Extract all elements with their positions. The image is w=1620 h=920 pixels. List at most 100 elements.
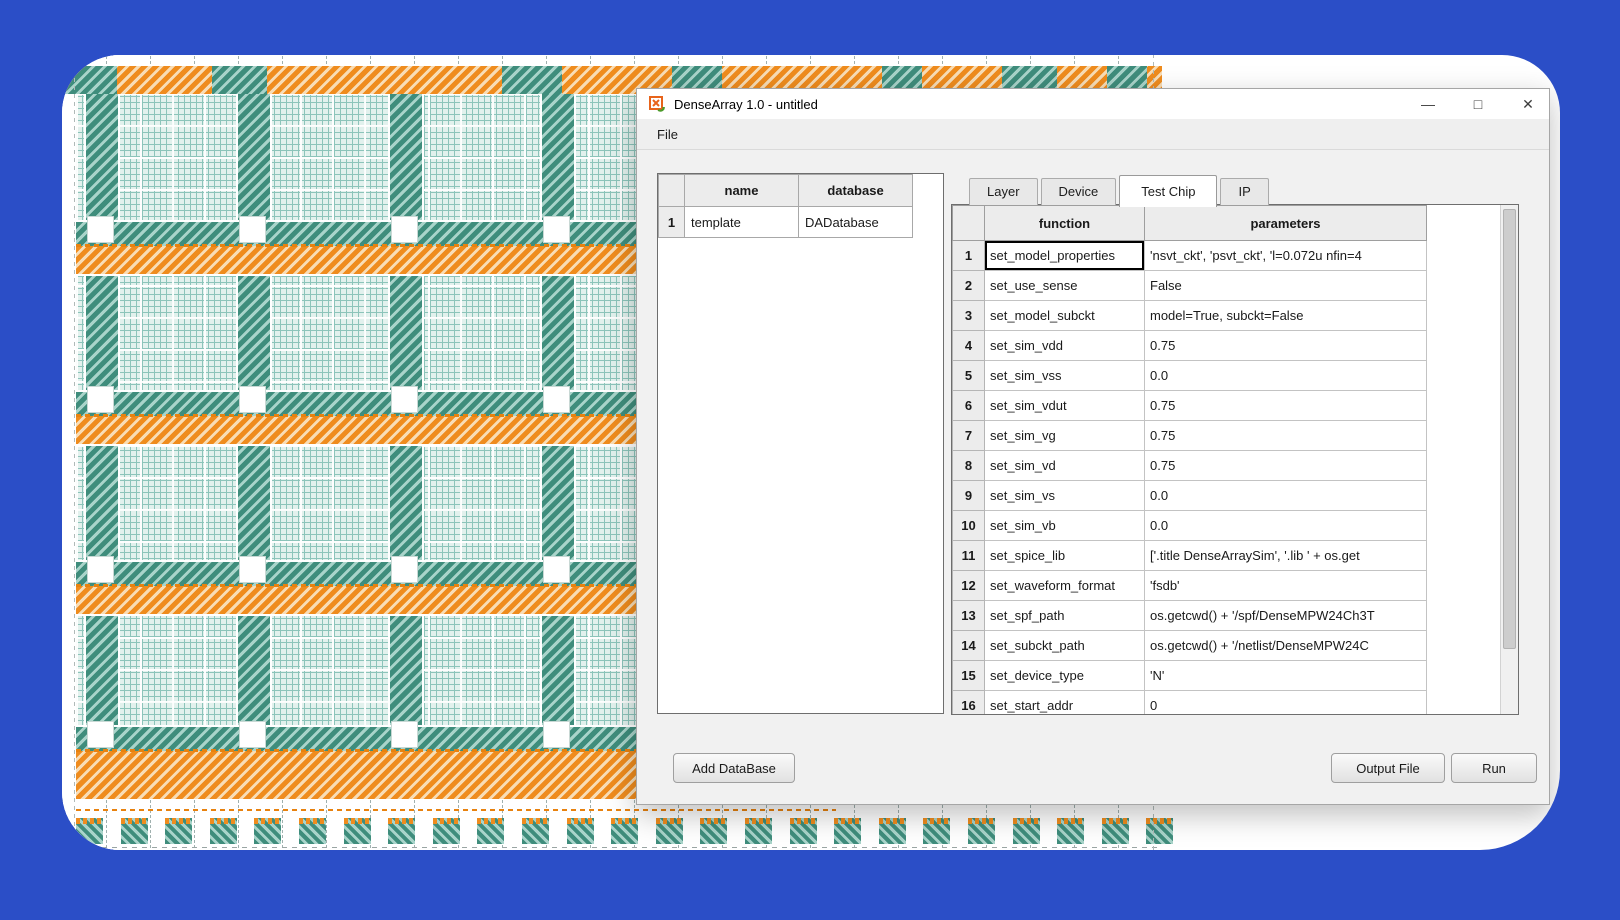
function-cell[interactable]: set_spice_lib [985, 541, 1145, 571]
function-cell[interactable]: set_model_properties [985, 241, 1145, 271]
layout-power-rail [388, 94, 424, 799]
minimize-icon[interactable]: — [1421, 89, 1435, 119]
tab[interactable]: Device [1041, 178, 1117, 205]
row-number: 15 [953, 661, 985, 691]
function-cell[interactable]: set_use_sense [985, 271, 1145, 301]
function-cell[interactable]: set_subckt_path [985, 631, 1145, 661]
function-cell[interactable]: set_waveform_format [985, 571, 1145, 601]
parameters-cell[interactable]: 0.75 [1145, 331, 1427, 361]
function-table-row: 1 set_model_properties 'nsvt_ckt', 'psvt… [953, 241, 1484, 271]
row-number: 3 [953, 301, 985, 331]
parameters-cell[interactable]: 0.75 [1145, 451, 1427, 481]
row-number: 12 [953, 571, 985, 601]
add-database-button[interactable]: Add DataBase [673, 753, 795, 783]
layout-io-pad [834, 818, 861, 844]
layout-io-pad [165, 818, 192, 844]
menu-bar: File [637, 119, 1549, 150]
parameters-cell[interactable]: 0.0 [1145, 511, 1427, 541]
layout-top-band-block [212, 66, 267, 94]
layout-tap-cell [391, 216, 418, 243]
function-cell[interactable]: set_start_addr [985, 691, 1145, 716]
function-table-frame: function parameters 1 set_model_properti… [951, 204, 1519, 715]
function-cell[interactable]: set_sim_vg [985, 421, 1145, 451]
parameters-cell[interactable]: 'nsvt_ckt', 'psvt_ckt', 'l=0.072u nfin=4 [1145, 241, 1427, 271]
parameters-cell[interactable]: 0.75 [1145, 421, 1427, 451]
row-number: 6 [953, 391, 985, 421]
layout-io-pad [76, 818, 103, 844]
filler-cell [1427, 301, 1484, 331]
function-table-row: 12 set_waveform_format 'fsdb' [953, 571, 1484, 601]
window-title: DenseArray 1.0 - untitled [674, 97, 818, 112]
parameters-cell[interactable]: 0.0 [1145, 481, 1427, 511]
parameters-cell[interactable]: 'N' [1145, 661, 1427, 691]
parameters-cell[interactable]: model=True, subckt=False [1145, 301, 1427, 331]
parameters-cell[interactable]: 0.0 [1145, 361, 1427, 391]
row-number: 14 [953, 631, 985, 661]
layout-io-pad [522, 818, 549, 844]
layout-io-pad [656, 818, 683, 844]
close-icon[interactable]: ✕ [1521, 89, 1535, 119]
database-cell[interactable]: DADatabase [799, 207, 913, 238]
function-cell[interactable]: set_sim_vdut [985, 391, 1145, 421]
layout-io-pad [1146, 818, 1173, 844]
function-cell[interactable]: set_sim_vb [985, 511, 1145, 541]
column-header-database: database [799, 175, 913, 207]
tab[interactable]: IP [1220, 178, 1268, 205]
function-table-row: 9 set_sim_vs 0.0 [953, 481, 1484, 511]
function-table-row: 10 set_sim_vb 0.0 [953, 511, 1484, 541]
parameters-cell[interactable]: 'fsdb' [1145, 571, 1427, 601]
densearray-window: DenseArray 1.0 - untitled — □ ✕ File nam… [636, 88, 1550, 805]
row-number: 16 [953, 691, 985, 716]
function-cell[interactable]: set_device_type [985, 661, 1145, 691]
parameters-cell[interactable]: 0.75 [1145, 391, 1427, 421]
function-table-row: 3 set_model_subckt model=True, subckt=Fa… [953, 301, 1484, 331]
function-table-body: 1 set_model_properties 'nsvt_ckt', 'psvt… [953, 241, 1484, 716]
layout-io-pad [344, 818, 371, 844]
output-file-button[interactable]: Output File [1331, 753, 1445, 783]
layout-tap-cell [87, 556, 114, 583]
function-cell[interactable]: set_spf_path [985, 601, 1145, 631]
function-cell[interactable]: set_sim_vs [985, 481, 1145, 511]
layout-power-rail [236, 94, 272, 799]
function-cell[interactable]: set_sim_vss [985, 361, 1145, 391]
function-cell[interactable]: set_sim_vd [985, 451, 1145, 481]
filler-cell [1427, 331, 1484, 361]
parameters-cell[interactable]: os.getcwd() + '/netlist/DenseMPW24C [1145, 631, 1427, 661]
row-number: 10 [953, 511, 985, 541]
layout-io-pad [1013, 818, 1040, 844]
layout-io-pad [745, 818, 772, 844]
corner-cell [659, 175, 685, 207]
column-header-parameters: parameters [1145, 206, 1427, 241]
function-table-row: 13 set_spf_path os.getcwd() + '/spf/Dens… [953, 601, 1484, 631]
window-titlebar: DenseArray 1.0 - untitled — □ ✕ [637, 89, 1549, 119]
scrollbar-thumb[interactable] [1503, 209, 1516, 649]
parameters-cell[interactable]: os.getcwd() + '/spf/DenseMPW24Ch3T [1145, 601, 1427, 631]
row-number: 11 [953, 541, 985, 571]
tab[interactable]: Test Chip [1119, 175, 1217, 207]
maximize-icon[interactable]: □ [1471, 89, 1485, 119]
row-number: 1 [953, 241, 985, 271]
filler-cell [1427, 421, 1484, 451]
layout-io-pad [299, 818, 326, 844]
function-cell[interactable]: set_model_subckt [985, 301, 1145, 331]
parameters-cell[interactable]: ['.title DenseArraySim', '.lib ' + os.ge… [1145, 541, 1427, 571]
row-number: 9 [953, 481, 985, 511]
layout-io-pad [1102, 818, 1129, 844]
name-cell[interactable]: template [685, 207, 799, 238]
menu-file[interactable]: File [651, 124, 684, 145]
database-row: 1 template DADatabase [659, 207, 913, 238]
layout-io-pad [923, 818, 950, 844]
function-table-row: 7 set_sim_vg 0.75 [953, 421, 1484, 451]
parameters-cell[interactable]: 0 [1145, 691, 1427, 716]
vertical-scrollbar[interactable] [1500, 205, 1518, 714]
layout-io-pad [433, 818, 460, 844]
filler-cell [1427, 541, 1484, 571]
row-number: 8 [953, 451, 985, 481]
tab[interactable]: Layer [969, 178, 1038, 205]
filler-cell [1427, 391, 1484, 421]
run-button[interactable]: Run [1451, 753, 1537, 783]
parameters-cell[interactable]: False [1145, 271, 1427, 301]
function-cell[interactable]: set_sim_vdd [985, 331, 1145, 361]
function-table-row: 4 set_sim_vdd 0.75 [953, 331, 1484, 361]
layout-tap-cell [391, 721, 418, 748]
